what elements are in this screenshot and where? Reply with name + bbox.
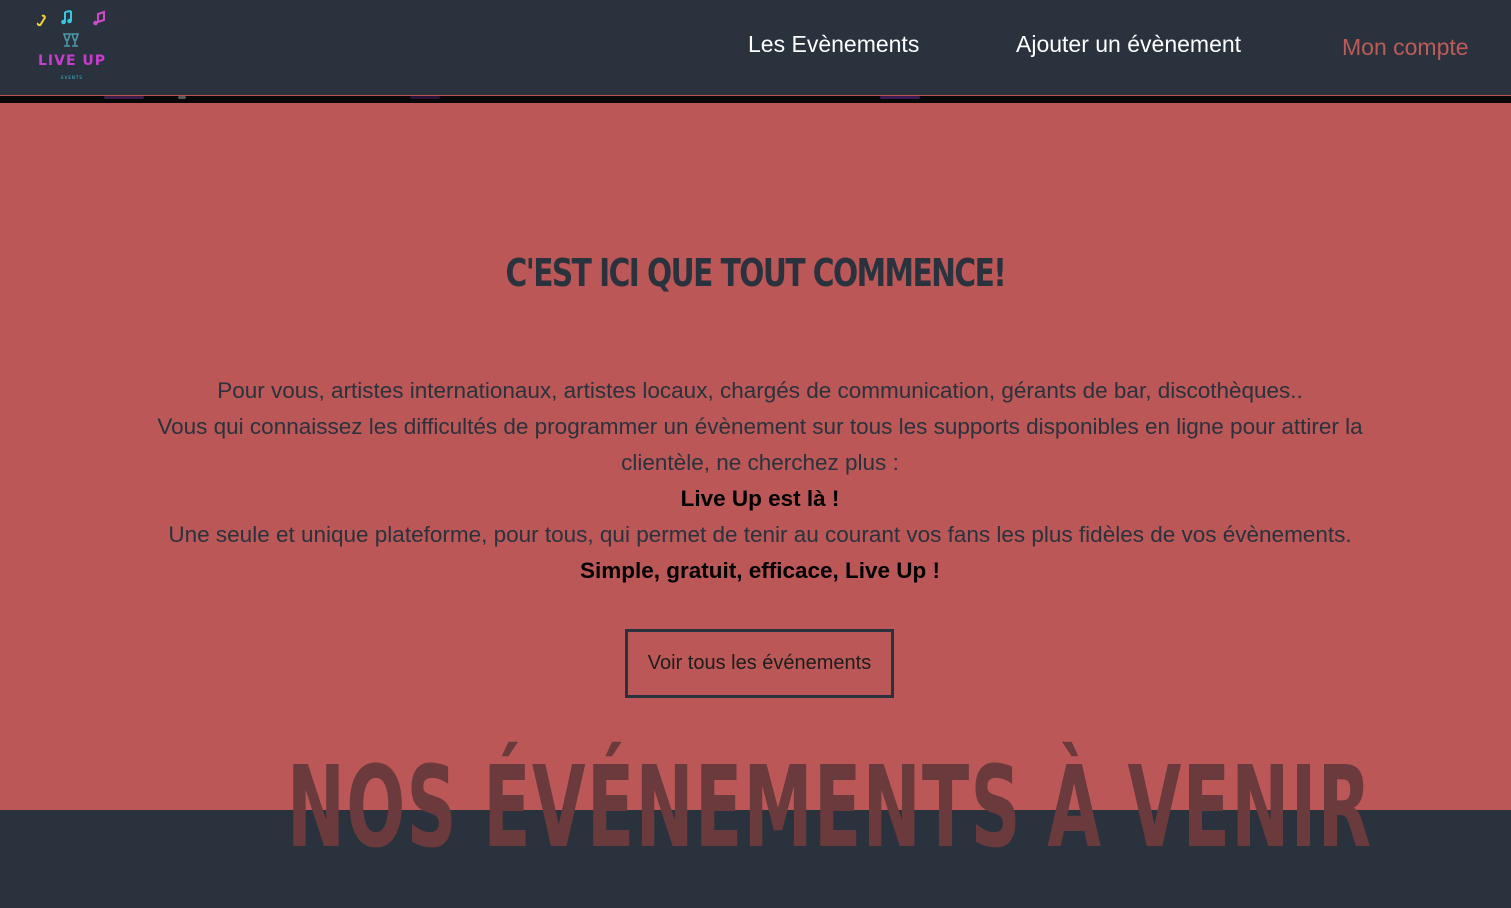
hero-text-line: Une seule et unique plateforme, pour tou… [168, 522, 1352, 547]
cocktail-glasses-icon [62, 33, 80, 47]
view-all-events-button[interactable]: Voir tous les événements [625, 629, 894, 698]
nav-link-my-account[interactable]: Mon compte [1342, 34, 1469, 61]
banner-glow [178, 96, 186, 99]
nav-link-add-event[interactable]: Ajouter un évènement [1016, 31, 1241, 58]
logo-wordmark: LIVE UP [38, 53, 106, 69]
hero-highlight: Live Up est là ! [680, 486, 840, 511]
hero-slogan: Simple, gratuit, efficace, Live Up ! [579, 558, 941, 583]
music-notes-icon [36, 10, 105, 27]
upcoming-events-title: Nos événements à venir [286, 743, 1373, 873]
banner-glow [880, 96, 920, 99]
hero-title: C'est ici que tout commence! [505, 251, 1006, 295]
banner-glow [410, 96, 440, 99]
logo-subtext: EVENTS [61, 75, 83, 80]
hero-section: C'est ici que tout commence! Pour vous, … [0, 103, 1511, 810]
banner-image-strip [0, 96, 1511, 103]
live-up-logo[interactable]: LIVE UP EVENTS [34, 6, 110, 84]
hero-text-line: Vous qui connaissez les difficultés de p… [157, 414, 1363, 475]
top-navbar: LIVE UP EVENTS Les Evènements Ajouter un… [0, 0, 1511, 96]
nav-link-events[interactable]: Les Evènements [748, 31, 919, 58]
hero-description: Pour vous, artistes internationaux, arti… [110, 373, 1410, 589]
hero-text-line: Pour vous, artistes internationaux, arti… [217, 378, 1303, 403]
banner-glow [104, 96, 144, 99]
